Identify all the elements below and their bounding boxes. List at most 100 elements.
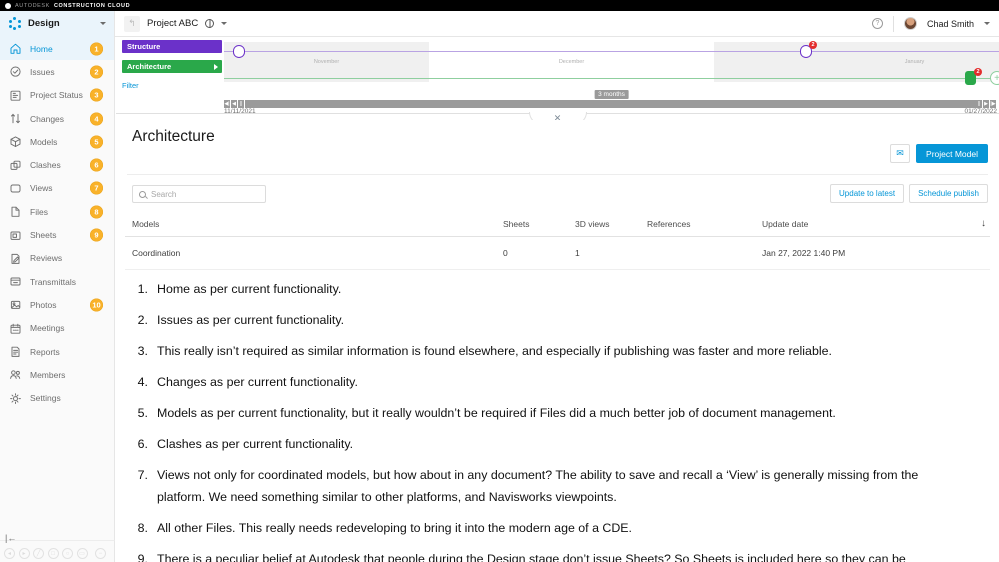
sidebar-item-sheets[interactable]: Sheets 9 [0, 223, 114, 246]
note-text: Changes as per current functionality. [157, 375, 358, 389]
sidebar-item-changes[interactable]: Changes 4 [0, 107, 114, 130]
project-selector[interactable]: ↰ Project ABC [115, 11, 236, 37]
sidebar-item-badge: 10 [90, 298, 103, 312]
chevron-down-icon[interactable] [100, 22, 106, 25]
sidebar-item-badge: 1 [90, 42, 103, 56]
sidebar-item-badge: 4 [90, 112, 103, 126]
autodesk-logo-icon [5, 2, 11, 9]
sidebar-item-reviews[interactable]: Reviews [0, 247, 114, 270]
sidebar-item-clashes[interactable]: Clashes 6 [0, 153, 114, 176]
timeline-track[interactable]: November December January 2 2 + 3 months [224, 37, 999, 99]
page-title-actions: ✉ Project Model [890, 144, 988, 163]
zoom-icon[interactable]: ○ [62, 548, 73, 559]
back-arrow-icon[interactable]: ↰ [124, 15, 140, 32]
sidebar-item-home[interactable]: Home 1 [0, 37, 114, 61]
sidebar-item-label: Meetings [30, 323, 65, 334]
update-to-latest-button[interactable]: Update to latest [830, 184, 905, 203]
help-circle-icon[interactable]: ? [871, 18, 883, 29]
column-header-models[interactable]: Models [125, 213, 503, 237]
project-name: Project ABC [147, 18, 199, 29]
window-icon[interactable]: ▭ [76, 548, 88, 559]
column-header-sheets[interactable]: Sheets [503, 213, 575, 237]
month-label-november: November [313, 59, 340, 65]
schedule-publish-button[interactable]: Schedule publish [909, 184, 988, 203]
cell-references [647, 236, 762, 270]
sidebar-item-photos[interactable]: Photos 10 [0, 293, 114, 316]
note-text: Home as per current functionality. [157, 282, 342, 296]
brand-name: CONSTRUCTION CLOUD [53, 2, 131, 9]
brand-bar: AUTODESK CONSTRUCTION CLOUD [0, 0, 999, 11]
timeline-legend: Structure Architecture Filter [122, 40, 222, 90]
app-window: AUTODESK CONSTRUCTION CLOUD Design ↰ Pro… [0, 0, 999, 562]
sidebar-item-reports[interactable]: Reports [0, 340, 114, 363]
collapse-panel-icon[interactable]: |← [5, 533, 16, 543]
play-icon[interactable]: ▶ [983, 99, 990, 108]
members-icon [9, 368, 22, 381]
pen-icon[interactable]: ╱ [33, 548, 44, 559]
skip-start-icon[interactable]: ◀| [224, 99, 231, 108]
table-row[interactable]: Coordination 0 1 Jan 27, 2022 1:40 PM [125, 236, 990, 270]
column-header-references[interactable]: References [647, 213, 762, 237]
sidebar-item-views[interactable]: Views 7 [0, 177, 114, 200]
sidebar-item-label: Reviews [30, 253, 63, 264]
project-model-button[interactable]: Project Model [916, 144, 988, 163]
search-input[interactable]: Search [132, 185, 266, 203]
sidebar-item-issues[interactable]: Issues 2 [0, 60, 114, 83]
avatar[interactable] [903, 17, 917, 30]
note-number: 1. [137, 282, 148, 296]
prev-icon[interactable]: ◂ [4, 548, 15, 559]
check-circle-icon [9, 65, 22, 78]
note-item: 7. Views not only for coordinated models,… [132, 464, 952, 509]
plus-circle-icon[interactable]: + [990, 71, 999, 85]
play-icon[interactable] [214, 63, 218, 70]
timeline-scrollbar[interactable]: ◀| ◀ || || ▶ |▶ [224, 99, 997, 108]
file-icon [9, 205, 22, 218]
chevron-down-icon[interactable] [221, 22, 228, 25]
sheet-icon [9, 229, 22, 242]
skip-end-icon[interactable]: |▶ [990, 99, 997, 108]
lock-icon[interactable]: □ [47, 548, 59, 559]
column-header-3d-views[interactable]: 3D views [575, 213, 647, 237]
sidebar-item-settings[interactable]: Settings [0, 386, 114, 409]
sidebar-item-meetings[interactable]: Meetings [0, 317, 114, 340]
note-text: There is a peculiar belief at Autodesk t… [157, 552, 906, 562]
note-text: Clashes as per current functionality. [157, 437, 354, 451]
cell-model: Coordination [125, 236, 503, 270]
step-back-icon[interactable]: ◀ [231, 99, 238, 108]
pause-icon[interactable]: || [976, 99, 983, 108]
page-title-row: Architecture ✉ Project Model [125, 128, 990, 174]
pause-icon[interactable]: || [238, 99, 245, 108]
timeline-chip-structure[interactable]: Structure [122, 40, 222, 53]
sort-descending-icon[interactable]: ↓ [964, 213, 990, 237]
sidebar-item-files[interactable]: Files 8 [0, 200, 114, 223]
month-label-december: December [558, 59, 585, 65]
table-header-row: Models Sheets 3D views References Update… [125, 213, 990, 237]
sidebar-item-transmittals[interactable]: Transmittals [0, 270, 114, 293]
note-item: 5. Models as per current functionality, b… [132, 402, 952, 424]
filter-link[interactable]: Filter [122, 81, 222, 90]
sidebar-item-badge: 7 [90, 181, 103, 195]
hub-selector[interactable]: Design [0, 10, 115, 37]
envelope-icon[interactable]: ✉ [890, 144, 911, 163]
annotation-notes-list: 1. Home as per current functionality. 2. Is… [132, 278, 952, 562]
scroll-thumb[interactable] [245, 99, 976, 108]
search-icon [139, 190, 146, 198]
sidebar-item-members[interactable]: Members [0, 363, 114, 386]
column-header-update-date[interactable]: Update date [762, 213, 964, 237]
note-number: 5. [137, 406, 148, 420]
status-board-icon [9, 89, 22, 102]
chevron-down-icon[interactable] [984, 22, 990, 25]
sidebar-item-models[interactable]: Models 5 [0, 130, 114, 153]
minus-icon[interactable]: − [95, 548, 106, 559]
timeline-chip-architecture[interactable]: Architecture [122, 60, 222, 73]
sidebar-item-badge: 6 [90, 158, 103, 172]
top-header: Design ↰ Project ABC ? Chad Smith [0, 10, 999, 37]
cell-sheets: 0 [503, 236, 575, 270]
sidebar: Home 1 Issues 2 Project Status 3 Changes 4 Model… [0, 37, 115, 540]
table-actions: Update to latest Schedule publish [830, 184, 988, 203]
play-icon[interactable]: ▸ [18, 548, 30, 559]
timeline-node-start[interactable] [233, 45, 245, 58]
timeline-zoom-label: 3 months [594, 90, 629, 99]
sidebar-item-project-status[interactable]: Project Status 3 [0, 84, 114, 107]
sidebar-item-badge: 8 [90, 205, 103, 219]
